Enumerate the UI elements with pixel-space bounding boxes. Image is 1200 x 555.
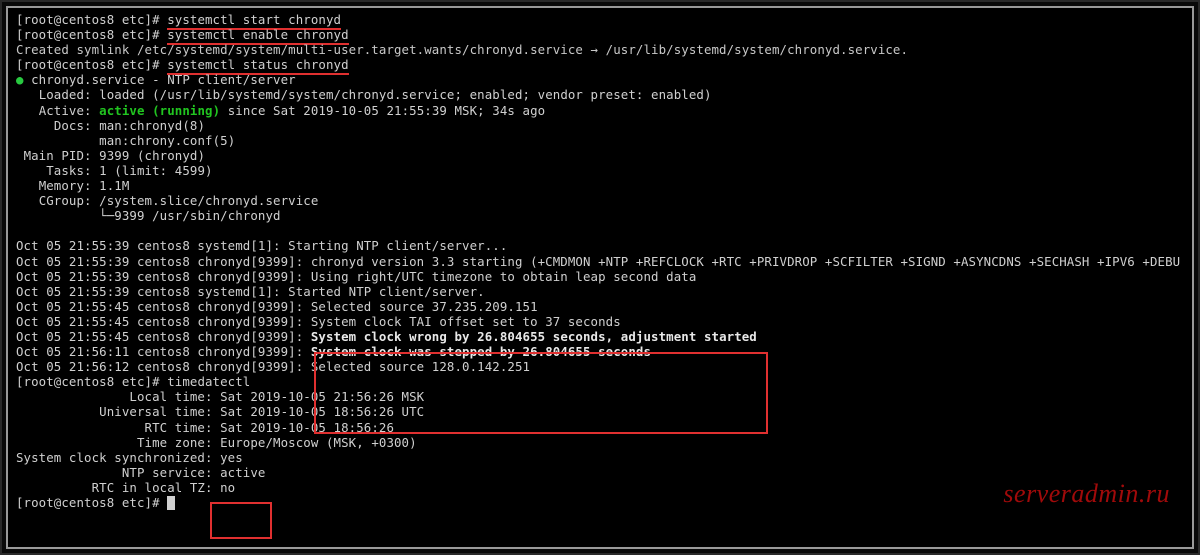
prompt-line-5: [root@centos8 etc]#	[16, 495, 167, 510]
log-line-5-prefix: Oct 05 21:55:45 centos8 chronyd[9399]:	[16, 299, 311, 314]
window-frame: [root@centos8 etc]# systemctl start chro…	[0, 0, 1200, 555]
status-docs-label: Docs:	[54, 118, 92, 133]
status-mainpid: Main PID: 9399 (chronyd)	[24, 148, 205, 163]
tdc-universal-label: Universal time:	[16, 404, 213, 419]
tdc-tz-label: Time zone:	[16, 435, 213, 450]
terminal-output[interactable]: [root@centos8 etc]# systemctl start chro…	[16, 12, 1184, 510]
unit-name-line: chronyd.service - NTP client/server	[31, 72, 296, 87]
log-line-7-msg: System clock wrong by 26.804655 seconds,…	[311, 329, 757, 344]
status-dot-icon: ●	[16, 72, 24, 87]
status-docs-2: man:chrony.conf(5)	[99, 133, 235, 148]
status-cgroup-child: └─9399 /usr/sbin/chronyd	[99, 208, 280, 223]
tdc-rtclocal-value: no	[213, 480, 236, 495]
prompt-line-3: [root@centos8 etc]#	[16, 57, 167, 72]
tdc-local-label: Local time:	[16, 389, 213, 404]
status-active-since: since Sat 2019-10-05 21:55:39 MSK; 34s a…	[220, 103, 545, 118]
terminal-viewport[interactable]: [root@centos8 etc]# systemctl start chro…	[6, 6, 1194, 549]
log-line-2: Oct 05 21:55:39 centos8 chronyd[9399]: c…	[16, 254, 1180, 269]
tdc-tz-value: Europe/Moscow (MSK, +0300)	[213, 435, 417, 450]
status-loaded-line: Loaded: loaded (/usr/lib/systemd/system/…	[39, 87, 712, 102]
command-timedatectl: timedatectl	[167, 374, 250, 389]
tdc-ntp-value: active	[213, 465, 266, 480]
status-docs-1: man:chronyd(8)	[99, 118, 205, 133]
log-line-1: Oct 05 21:55:39 centos8 systemd[1]: Star…	[16, 238, 507, 253]
status-active-value: active (running)	[99, 103, 220, 118]
status-memory: Memory: 1.1M	[39, 178, 130, 193]
prompt-line-2: [root@centos8 etc]#	[16, 27, 167, 42]
tdc-rtc-label: RTC time:	[16, 420, 213, 435]
log-line-6-msg: System clock TAI offset set to 37 second…	[311, 314, 621, 329]
status-active-prefix: Active:	[39, 103, 99, 118]
tdc-ntp-label: NTP service:	[16, 465, 213, 480]
tdc-rtclocal-label: RTC in local TZ:	[16, 480, 213, 495]
status-tasks: Tasks: 1 (limit: 4599)	[46, 163, 212, 178]
log-line-5-msg: Selected source 37.235.209.151	[311, 299, 538, 314]
prompt-line-1: [root@centos8 etc]#	[16, 12, 167, 27]
log-line-9-msg: Selected source 128.0.142.251	[311, 359, 530, 374]
log-line-8-msg: System clock was stepped by 26.804655 se…	[311, 344, 651, 359]
tdc-sync-value: yes	[213, 450, 243, 465]
tdc-universal-value: Sat 2019-10-05 18:56:26 UTC	[213, 404, 425, 419]
tdc-sync-label: System clock synchronized:	[16, 450, 213, 465]
tdc-local-value: Sat 2019-10-05 21:56:26 MSK	[213, 389, 425, 404]
cursor-icon	[167, 496, 175, 510]
log-line-4: Oct 05 21:55:39 centos8 systemd[1]: Star…	[16, 284, 485, 299]
prompt-line-4: [root@centos8 etc]#	[16, 374, 167, 389]
log-line-6-prefix: Oct 05 21:55:45 centos8 chronyd[9399]:	[16, 314, 311, 329]
log-line-3: Oct 05 21:55:39 centos8 chronyd[9399]: U…	[16, 269, 696, 284]
tdc-rtc-value: Sat 2019-10-05 18:56:26	[213, 420, 394, 435]
log-line-7-prefix: Oct 05 21:55:45 centos8 chronyd[9399]:	[16, 329, 311, 344]
symlink-output: Created symlink /etc/systemd/system/mult…	[16, 42, 908, 57]
log-line-9-prefix: Oct 05 21:56:12 centos8 chronyd[9399]:	[16, 359, 311, 374]
status-cgroup: CGroup: /system.slice/chronyd.service	[39, 193, 319, 208]
log-line-8-prefix: Oct 05 21:56:11 centos8 chronyd[9399]:	[16, 344, 311, 359]
